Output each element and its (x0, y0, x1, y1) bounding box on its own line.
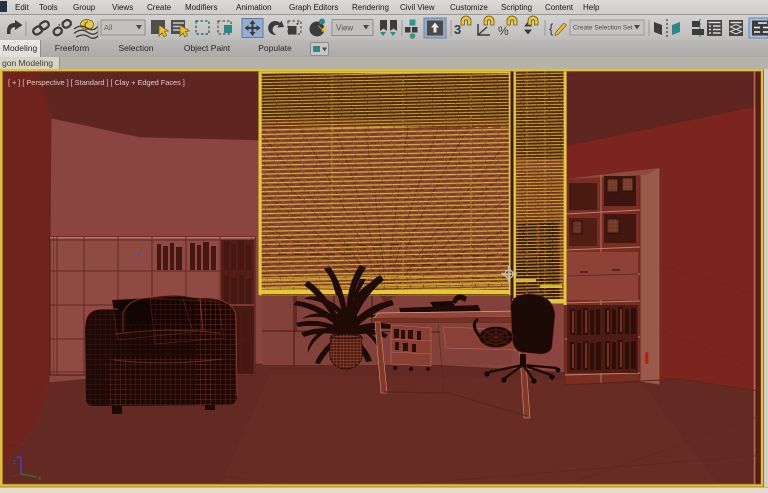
svg-text:%: % (498, 24, 509, 38)
svg-text:x: x (38, 476, 41, 482)
svg-text:All: All (104, 23, 113, 32)
svg-text:Create Selection Set: Create Selection Set (573, 25, 633, 32)
svg-text:{: { (549, 21, 554, 36)
svg-text:z: z (13, 460, 16, 466)
svg-text:View: View (336, 24, 353, 33)
svg-text:3: 3 (454, 22, 461, 37)
svg-text:[ + ] [ Perspective ] [ Standa: [ + ] [ Perspective ] [ Standard ] [ Cla… (8, 78, 185, 87)
